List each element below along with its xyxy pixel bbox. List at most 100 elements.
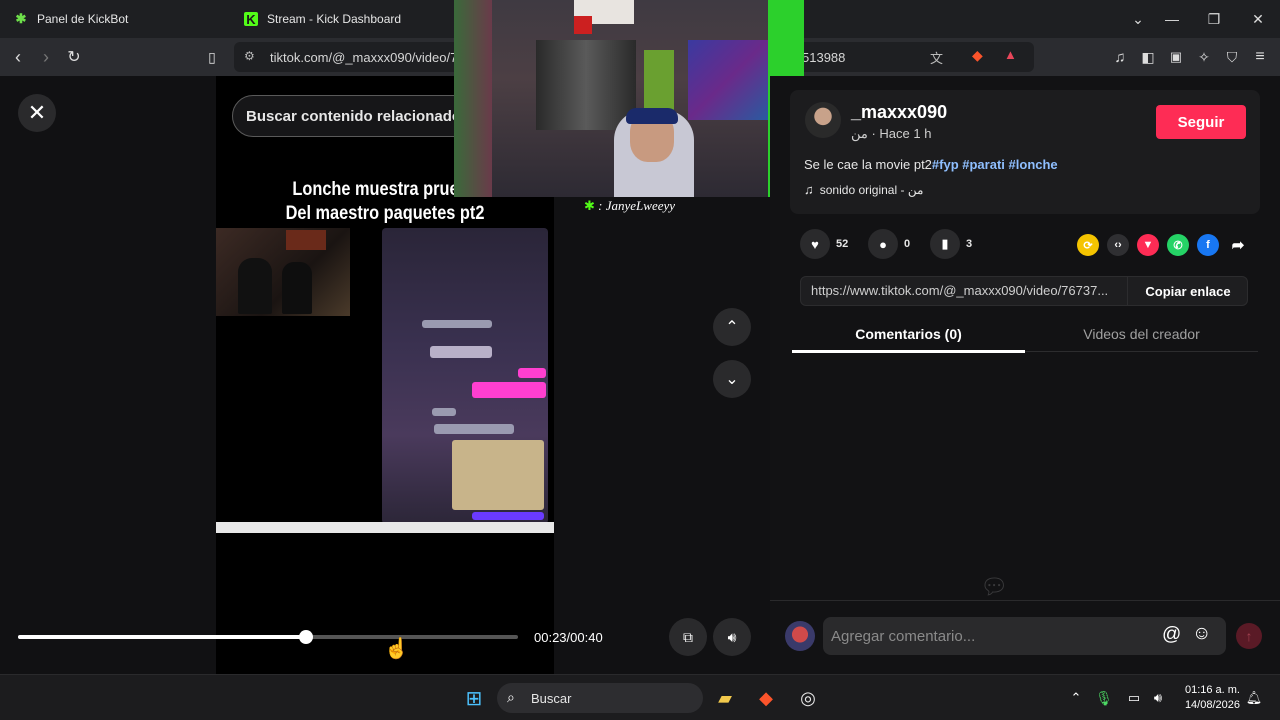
windows-start-icon[interactable]: ⊞ xyxy=(460,684,488,712)
hashtag-link[interactable]: #fyp xyxy=(932,157,959,172)
whatsapp-share-button[interactable]: ✆ xyxy=(1167,234,1189,256)
microphone-icon[interactable]: 🎙︎ xyxy=(1090,684,1118,712)
reload-icon[interactable]: ↻ xyxy=(60,38,88,76)
video-progress-bar[interactable] xyxy=(18,630,518,644)
my-avatar xyxy=(785,621,815,651)
more-share-button[interactable]: ➦ xyxy=(1227,234,1249,256)
obs-studio-icon[interactable]: ◎ xyxy=(794,684,822,712)
mouse-pointer-icon: ☝ xyxy=(384,638,409,660)
brave-browser-icon[interactable]: ◆ xyxy=(752,684,780,712)
related-search-text: Buscar contenido relacionado xyxy=(246,107,462,125)
whatsapp-icon: ✆ xyxy=(1173,239,1183,252)
description-text: Se le cae la movie pt2 xyxy=(804,157,932,172)
tab-comments[interactable]: Comentarios (0) xyxy=(792,326,1025,342)
copy-link-button[interactable]: Copiar enlace xyxy=(1127,276,1248,306)
close-video-button[interactable]: ✕ xyxy=(18,94,56,132)
chat-username-text: : JanyeLweeyy xyxy=(598,198,676,213)
menu-icon[interactable]: ≡ xyxy=(1246,38,1274,76)
brave-shields-icon[interactable]: ◆ xyxy=(972,47,983,64)
post-sound[interactable]: ♫ sonido original - من xyxy=(804,182,923,197)
chat-bubble xyxy=(430,346,492,358)
taskbar-search-label: Buscar xyxy=(531,690,572,706)
repost-share-button[interactable]: ⟳ xyxy=(1077,234,1099,256)
save-button[interactable]: ▮ xyxy=(930,229,960,259)
chat-bubble xyxy=(518,368,546,378)
send-share-button[interactable]: ▼ xyxy=(1137,234,1159,256)
music-note-icon: ♫ xyxy=(804,182,814,197)
chevron-down-icon: ⌄ xyxy=(725,371,739,388)
minimize-icon[interactable]: — xyxy=(1152,0,1192,38)
heart-icon: ♥ xyxy=(811,236,819,252)
send-icon: ▼ xyxy=(1142,239,1154,251)
vpn-shield-icon[interactable]: ⛉ xyxy=(1218,38,1246,76)
site-settings-icon[interactable]: ⚙ xyxy=(244,49,255,63)
next-video-button[interactable]: ⌄ xyxy=(713,360,751,398)
screen-taskbar-strip xyxy=(216,522,554,533)
active-tab-indicator xyxy=(792,350,1025,353)
chat-bubble xyxy=(472,382,546,398)
translate-icon[interactable]: 文 xyxy=(930,48,943,67)
save-count: 3 xyxy=(966,238,973,250)
mention-icon[interactable]: @ xyxy=(1162,624,1181,646)
photo-message xyxy=(452,440,544,510)
chat-bubble xyxy=(422,320,492,328)
pip-button[interactable]: ⧉ xyxy=(669,618,707,656)
clothes-rack xyxy=(536,40,636,130)
like-button[interactable]: ♥ xyxy=(800,229,830,259)
notifications-bell-icon[interactable]: 🔔︎ xyxy=(1240,684,1268,712)
wall-panel xyxy=(454,0,492,197)
maximize-icon[interactable]: ❐ xyxy=(1194,0,1234,38)
close-window-icon[interactable]: ✕ xyxy=(1238,0,1278,38)
emoji-icon[interactable]: ☺ xyxy=(1192,623,1211,645)
related-search-input[interactable]: Buscar contenido relacionado xyxy=(232,95,482,137)
webcam-inset-image xyxy=(216,228,350,316)
volume-button[interactable]: 🔊︎ xyxy=(713,618,751,656)
chat-bubble xyxy=(472,512,544,520)
empty-comments-icon: 💬︎ xyxy=(980,574,1008,599)
speaker-icon[interactable]: 🔊︎ xyxy=(1144,684,1172,712)
url-text-left: tiktok.com/@_maxxx090/video/7 xyxy=(270,50,458,65)
bookmark-icon: ▮ xyxy=(941,236,949,251)
creator-avatar[interactable] xyxy=(805,102,841,138)
follow-button[interactable]: Seguir xyxy=(1156,105,1246,139)
creator-username[interactable]: _maxxx090 xyxy=(851,102,947,123)
facebook-icon: f xyxy=(1206,239,1210,251)
clock-time: 01:16 a. m. xyxy=(1184,684,1240,696)
leo-ai-icon[interactable]: ✧ xyxy=(1190,38,1218,76)
kick-chat-icon: ✱ xyxy=(584,198,595,213)
back-icon[interactable]: ‹ xyxy=(4,38,32,76)
stream-chat-username: ✱ : JanyeLweeyy xyxy=(584,198,675,214)
red-decor xyxy=(574,16,592,34)
embed-share-button[interactable]: ‹› xyxy=(1107,234,1129,256)
hidden-icons-chevron-icon[interactable]: ⌃ xyxy=(1062,684,1090,712)
taskbar-clock[interactable]: 01:16 a. m. 14/08/2026 xyxy=(1176,683,1240,713)
comment-button[interactable]: ● xyxy=(868,229,898,259)
post-comment-button[interactable]: ↑ xyxy=(1236,623,1262,649)
person-silhouette xyxy=(282,262,312,314)
creator-subline: من · Hace 1 h xyxy=(851,126,932,141)
sidebar-icon[interactable]: ◧ xyxy=(1134,38,1162,76)
url-text-right: 513988 xyxy=(802,50,846,65)
clock-date: 14/08/2026 xyxy=(1184,699,1240,711)
hashtag-link[interactable]: #lonche xyxy=(1009,157,1058,172)
bookmark-icon[interactable]: ▯ xyxy=(198,38,226,76)
tab-creator-videos[interactable]: Videos del creador xyxy=(1025,326,1258,342)
share-arrow-icon: ➦ xyxy=(1231,237,1245,254)
arrow-up-icon: ↑ xyxy=(1245,628,1253,644)
hashtag-link[interactable]: #parati xyxy=(962,157,1005,172)
forward-icon[interactable]: › xyxy=(32,38,60,76)
video-timecode: 00:23/00:40 xyxy=(534,630,603,645)
wallet-icon[interactable]: ▣ xyxy=(1162,38,1190,76)
tab-kick-dashboard[interactable]: K Stream - Kick Dashboard xyxy=(244,0,401,38)
brave-rewards-icon[interactable]: ▲ xyxy=(1004,47,1017,62)
media-icon[interactable]: ♫ xyxy=(1106,38,1134,76)
progress-handle[interactable] xyxy=(298,630,313,644)
wall-quilt xyxy=(688,40,768,120)
facebook-share-button[interactable]: f xyxy=(1197,234,1219,256)
volume-icon: 🔊︎ xyxy=(727,628,737,645)
file-explorer-icon[interactable]: ▰ xyxy=(711,684,739,712)
taskbar-search[interactable]: ⌕ Buscar xyxy=(497,683,703,713)
tab-kickbot[interactable]: ✱ Panel de KickBot xyxy=(14,0,129,38)
previous-video-button[interactable]: ⌃ xyxy=(713,308,751,346)
kickbot-favicon-icon: ✱ xyxy=(15,11,27,26)
